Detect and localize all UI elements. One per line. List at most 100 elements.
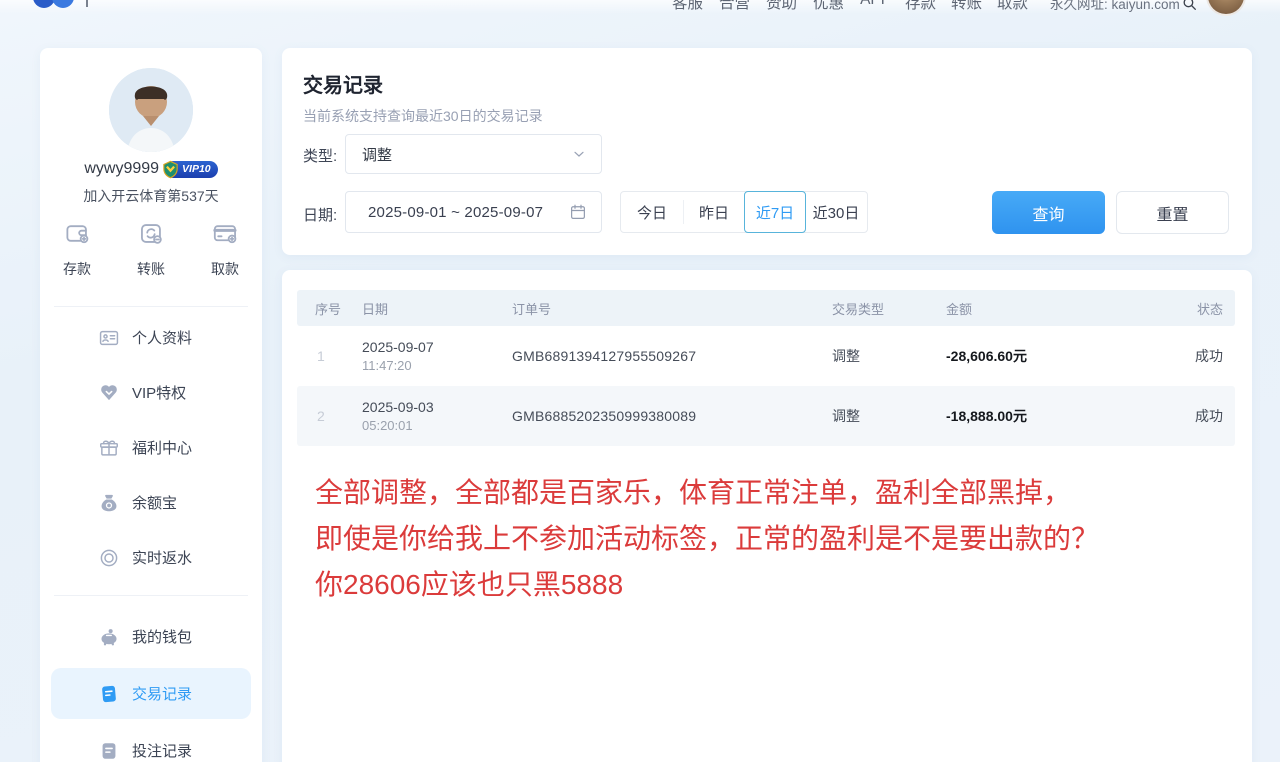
sidebar-item-welfare[interactable]: 福利中心 <box>40 420 262 475</box>
transaction-record-icon <box>98 683 120 705</box>
sidebar-item-transactions[interactable]: 交易记录 <box>40 665 262 722</box>
sidebar-item-label: 交易记录 <box>132 683 192 704</box>
join-days-text: 加入开云体育第537天 <box>40 186 262 206</box>
row-status: 成功 <box>1182 346 1235 366</box>
sidebar-item-label: 个人资料 <box>132 327 192 348</box>
sidebar-menu-primary: 个人资料 VIP特权 福利中心 余额宝 <box>40 310 262 585</box>
deposit-button[interactable]: 存款 <box>40 220 114 279</box>
filter-panel: 交易记录 当前系统支持查询最近30日的交易记录 类型: 调整 日期: 2025-… <box>282 48 1252 255</box>
records-panel: 序号 日期 订单号 交易类型 金额 状态 1 2025-09-07 11:47:… <box>282 270 1252 762</box>
reset-button[interactable]: 重置 <box>1116 191 1229 234</box>
sidebar-item-label: 福利中心 <box>132 437 192 458</box>
sidebar-item-profile[interactable]: 个人资料 <box>40 310 262 365</box>
vip-level-text: VIP10 <box>182 163 211 175</box>
nav-deposit[interactable]: 存款 <box>905 0 936 13</box>
vip-shield-icon <box>161 160 180 182</box>
sidebar-menu-records: 我的钱包 交易记录 投注记录 <box>40 608 262 762</box>
calendar-icon <box>569 203 587 221</box>
table-row: 2 2025-09-03 05:20:01 GMB688520235099938… <box>297 386 1235 446</box>
row-status: 成功 <box>1182 406 1235 426</box>
quick-actions: 存款 转账 <box>40 220 262 279</box>
quick-range-group: 今日 昨日 近7日 近30日 <box>620 191 868 233</box>
deposit-label: 存款 <box>63 259 91 279</box>
range-today-button[interactable]: 今日 <box>621 192 683 232</box>
page-title: 交易记录 <box>303 69 383 98</box>
annotation-line: 全部调整，全部都是百家乐，体育正常注单，盈利全部黑掉， <box>315 470 1099 516</box>
sidebar-divider <box>54 595 248 596</box>
sidebar-item-label: 我的钱包 <box>132 626 192 647</box>
row-amount: -28,606.60元 <box>942 346 1182 366</box>
range-last30days-button[interactable]: 近30日 <box>805 192 867 232</box>
transfer-icon <box>138 220 165 252</box>
gift-icon <box>98 437 120 459</box>
table-header-row: 序号 日期 订单号 交易类型 金额 状态 <box>297 290 1235 326</box>
nav-app[interactable]: APP <box>860 0 891 13</box>
transfer-label: 转账 <box>137 259 165 279</box>
sidebar-item-yuebao[interactable]: 余额宝 <box>40 475 262 530</box>
sidebar-divider <box>54 306 248 307</box>
range-last7days-button[interactable]: 近7日 <box>744 191 806 233</box>
sidebar-item-label: 余额宝 <box>132 492 177 513</box>
search-icon[interactable] <box>1181 0 1198 12</box>
date-range-value: 2025-09-01 ~ 2025-09-07 <box>368 204 569 221</box>
nav-transfer[interactable]: 转账 <box>951 0 982 13</box>
col-header-date: 日期 <box>362 299 512 318</box>
row-transaction-type: 调整 <box>832 346 942 366</box>
sidebar-item-wallet[interactable]: 我的钱包 <box>40 608 262 665</box>
sidebar-item-vip[interactable]: VIP特权 <box>40 365 262 420</box>
type-label: 类型: <box>303 145 337 166</box>
betting-record-icon <box>98 740 120 762</box>
avatar[interactable] <box>109 68 193 152</box>
sidebar-item-betting-records[interactable]: 投注记录 <box>40 722 262 762</box>
vip-badge[interactable]: VIP10 <box>165 161 218 178</box>
annotation-line: 你28606应该也只黑5888 <box>315 562 1099 608</box>
col-header-amount: 金额 <box>942 299 1182 318</box>
permanent-url-text: 永久网址: kaiyun.com <box>1050 0 1180 13</box>
annotation-line: 即使是你给我上不参加活动标签，正常的盈利是不是要出款的？ <box>315 516 1099 562</box>
withdraw-label: 取款 <box>211 259 239 279</box>
nav-withdraw[interactable]: 取款 <box>997 0 1028 13</box>
row-index: 1 <box>297 348 362 364</box>
withdraw-button[interactable]: 取款 <box>188 220 262 279</box>
col-header-order: 订单号 <box>512 299 832 318</box>
bank-card-icon <box>212 220 239 252</box>
id-card-icon <box>98 327 120 349</box>
sidebar-item-label: VIP特权 <box>132 382 186 403</box>
nav-promotions[interactable]: 优惠 <box>813 0 844 13</box>
col-header-index: 序号 <box>297 299 362 318</box>
wallet-icon <box>64 220 91 252</box>
type-selected-value: 调整 <box>362 144 571 165</box>
red-annotation-text: 全部调整，全部都是百家乐，体育正常注单，盈利全部黑掉， 即使是你给我上不参加活动… <box>315 470 1099 608</box>
vip-gem-icon <box>98 382 120 404</box>
date-range-input[interactable]: 2025-09-01 ~ 2025-09-07 <box>345 191 602 233</box>
type-select[interactable]: 调整 <box>345 134 602 174</box>
row-transaction-type: 调整 <box>832 406 942 426</box>
nav-customer-service[interactable]: 客服 <box>672 0 703 13</box>
row-time: 05:20:01 <box>362 418 512 433</box>
range-yesterday-button[interactable]: 昨日 <box>683 192 745 232</box>
sidebar-item-label: 投注记录 <box>132 740 192 761</box>
row-amount: -18,888.00元 <box>942 406 1182 426</box>
row-date: 2025-09-03 <box>362 399 512 415</box>
site-logo-text-fragment <box>86 0 88 7</box>
row-index: 2 <box>297 408 362 424</box>
row-order-number: GMB6885202350999380089 <box>512 408 832 424</box>
nav-sponsorship[interactable]: 赞助 <box>766 0 797 13</box>
col-header-type: 交易类型 <box>832 299 942 318</box>
table-row: 1 2025-09-07 11:47:20 GMB689139412795550… <box>297 326 1235 386</box>
query-button[interactable]: 查询 <box>992 191 1105 234</box>
transfer-button[interactable]: 转账 <box>114 220 188 279</box>
money-bag-icon <box>98 492 120 514</box>
date-label: 日期: <box>303 204 337 225</box>
page-subtitle: 当前系统支持查询最近30日的交易记录 <box>303 106 543 126</box>
row-date: 2025-09-07 <box>362 339 512 355</box>
transactions-table: 序号 日期 订单号 交易类型 金额 状态 1 2025-09-07 11:47:… <box>297 290 1235 446</box>
piggy-bank-icon <box>98 626 120 648</box>
rebate-coin-icon <box>98 547 120 569</box>
top-nav-wallet-links: 存款 转账 取款 <box>905 0 1028 13</box>
nav-partnership[interactable]: 合营 <box>719 0 750 13</box>
top-nav-links: 客服 合营 赞助 优惠 APP <box>672 0 891 13</box>
row-order-number: GMB6891394127955509267 <box>512 348 832 364</box>
sidebar-item-label: 实时返水 <box>132 547 192 568</box>
sidebar-item-rebate[interactable]: 实时返水 <box>40 530 262 585</box>
